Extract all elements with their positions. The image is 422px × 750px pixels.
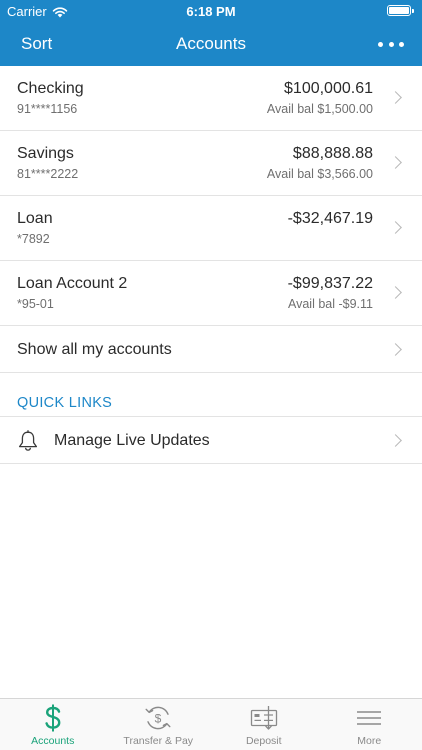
account-name: Loan Account 2 (17, 275, 128, 292)
account-number: 81****2222 (17, 167, 79, 181)
header: Carrier 6:18 PM Sort Accounts (0, 0, 422, 66)
available-balance: Avail bal -$9.11 (287, 297, 373, 311)
account-row-checking[interactable]: Checking 91****1156 $100,000.61 Avail ba… (0, 66, 422, 131)
tab-deposit[interactable]: Deposit (211, 699, 317, 750)
account-name: Loan (17, 210, 53, 227)
more-dots-icon (378, 41, 383, 47)
account-balance: $100,000.61 (284, 80, 373, 97)
account-name: Savings (17, 145, 74, 162)
quick-link-label: Manage Live Updates (54, 432, 210, 449)
account-number: *7892 (17, 232, 50, 246)
battery-icon (387, 5, 414, 16)
accounts-list: Checking 91****1156 $100,000.61 Avail ba… (0, 66, 422, 464)
tab-label: Transfer & Pay (123, 735, 194, 747)
transfer-icon: $ (145, 706, 171, 730)
show-all-accounts-row[interactable]: Show all my accounts (0, 326, 422, 373)
tab-transfer-pay[interactable]: $ Transfer & Pay (106, 699, 212, 750)
tab-label: Deposit (245, 735, 282, 747)
account-balance: -$32,467.19 (287, 210, 373, 227)
show-all-accounts-label: Show all my accounts (17, 341, 172, 358)
page-title: Accounts (176, 34, 246, 53)
account-row-loan[interactable]: Loan *7892 -$32,467.19 (0, 196, 422, 261)
tab-label: More (357, 735, 382, 747)
quick-link-manage-live-updates[interactable]: Manage Live Updates (0, 416, 422, 464)
more-options-button[interactable] (378, 34, 404, 54)
quick-links-header: QUICK LINKS (0, 373, 422, 416)
tab-label: Accounts (31, 735, 75, 747)
account-number: *95-01 (17, 297, 54, 311)
chevron-right-icon (389, 434, 402, 447)
status-bar: Carrier 6:18 PM (0, 0, 422, 22)
tab-bar: Accounts $ Transfer & Pay Deposit More (0, 698, 422, 750)
nav-bar: Sort Accounts (0, 22, 422, 66)
chevron-right-icon (389, 286, 402, 299)
available-balance: Avail bal $1,500.00 (266, 102, 373, 116)
check-deposit-icon (250, 706, 277, 730)
tab-accounts[interactable]: Accounts (0, 699, 106, 750)
available-balance: Avail bal $3,566.00 (266, 167, 373, 181)
tab-more[interactable]: More (317, 699, 422, 750)
chevron-right-icon (389, 156, 402, 169)
account-balance: $88,888.88 (292, 145, 373, 162)
svg-text:$: $ (155, 711, 162, 725)
account-number: 91****1156 (17, 102, 78, 116)
chevron-right-icon (389, 343, 402, 356)
account-row-loan-account-2[interactable]: Loan Account 2 *95-01 -$99,837.22 Avail … (0, 261, 422, 326)
account-row-savings[interactable]: Savings 81****2222 $88,888.88 Avail bal … (0, 131, 422, 196)
account-balance: -$99,837.22 (287, 275, 373, 292)
account-name: Checking (17, 80, 84, 97)
quick-links-title: QUICK LINKS (17, 395, 113, 411)
dollar-icon (45, 704, 61, 732)
menu-icon (357, 711, 382, 725)
status-time: 6:18 PM (186, 4, 236, 19)
chevron-right-icon (389, 221, 402, 234)
bell-icon (18, 430, 38, 451)
chevron-right-icon (389, 91, 402, 104)
